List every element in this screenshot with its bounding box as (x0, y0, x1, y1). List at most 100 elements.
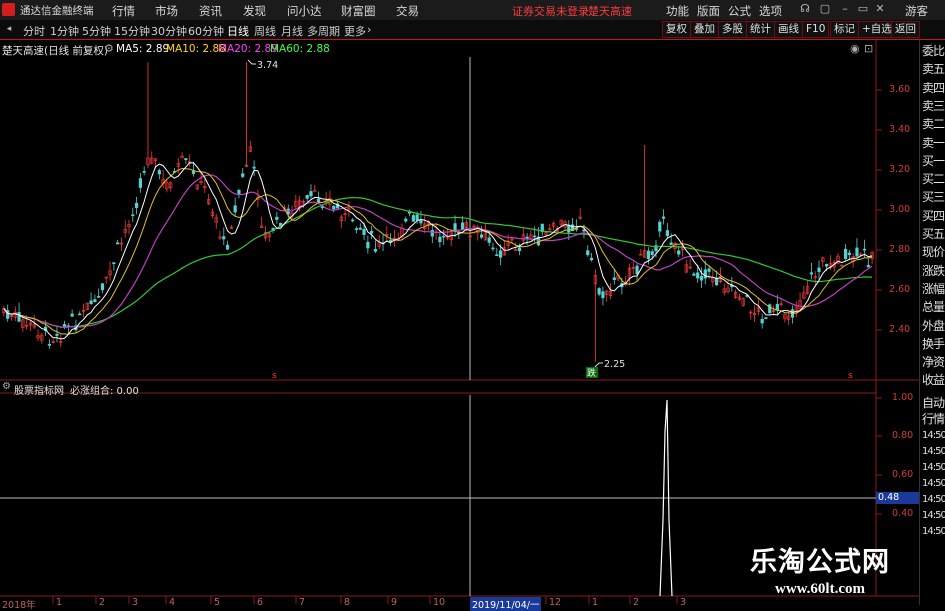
trade-time: 14:50 (922, 525, 945, 537)
quote-row-label: 涨幅 (922, 281, 945, 296)
candle-body (252, 166, 256, 169)
sub-y-tick-label: 0.60 (892, 469, 914, 480)
headset-icon[interactable]: ☊ (798, 2, 812, 16)
period-multi[interactable]: 多周期 (307, 23, 340, 39)
period-5min[interactable]: 5分钟 (82, 23, 111, 39)
expand-icon[interactable]: ⊡ (864, 42, 873, 55)
overlay-button[interactable]: 叠加 (690, 21, 719, 38)
candle-body (138, 178, 142, 188)
date-month-label: 6 (257, 597, 264, 608)
restore-icon[interactable]: ▭ (856, 2, 870, 16)
y-tick-label: 2.80 (889, 244, 911, 255)
back-button[interactable]: 返回 (891, 21, 920, 38)
y-tick-label: 3.60 (889, 84, 911, 95)
ma5-line (3, 162, 873, 340)
candle-body (650, 251, 654, 255)
menu-formula[interactable]: 公式 (728, 3, 751, 19)
menu-ask[interactable]: 问小达 (287, 3, 322, 19)
ma5-label: MA5: 2.89 (116, 43, 170, 55)
period-15min[interactable]: 15分钟 (114, 23, 150, 39)
candle-body (97, 296, 101, 298)
candle-body (525, 236, 529, 239)
menu-icon[interactable]: ▢ (818, 2, 832, 16)
broker-login-status[interactable]: 证券交易未登录 (512, 3, 589, 19)
quote-row-label: 委比 (922, 44, 945, 58)
candle-body (669, 242, 673, 245)
fall-marker-text: 跌 (587, 368, 596, 379)
period-30min[interactable]: 30分钟 (151, 23, 187, 39)
date-month-label: 12 (549, 597, 562, 608)
draw-line-button[interactable]: 画线 (774, 21, 803, 38)
event-marker-1: s (272, 371, 277, 381)
chevron-left-icon[interactable]: ◂ (2, 22, 16, 36)
candle-body (696, 272, 700, 279)
period-monthly[interactable]: 月线 (281, 23, 303, 39)
quote-row-label: 总量 (922, 300, 945, 315)
candle-body (487, 237, 491, 243)
candle-body (707, 268, 711, 272)
date-month-label: 3 (132, 597, 139, 608)
date-month-label: 9 (391, 597, 398, 608)
trade-time: 14:50 (922, 493, 945, 505)
menu-trade[interactable]: 交易 (396, 3, 419, 19)
candle-body (847, 252, 851, 255)
menu-options[interactable]: 选项 (759, 3, 782, 19)
chevron-right-icon[interactable]: › (367, 23, 371, 36)
menu-wealth[interactable]: 财富圈 (341, 3, 376, 19)
minimize-icon[interactable]: – (838, 2, 852, 16)
guest-label[interactable]: 游客 (905, 3, 928, 19)
date-month-label: 8 (344, 597, 351, 608)
high-price-label: 3.74 (257, 60, 278, 71)
menu-quotes[interactable]: 行情 (112, 3, 135, 19)
candle-body (89, 300, 93, 305)
sub-settings-icon[interactable]: ⚙ (2, 381, 11, 392)
period-60min[interactable]: 60分钟 (188, 23, 224, 39)
date-month-label: 1 (592, 597, 599, 608)
quote-row-label: 买二 (922, 172, 945, 187)
quote-row-label: 现价 (922, 245, 945, 260)
mark-button[interactable]: 标记 (830, 21, 859, 38)
candle-body (78, 313, 82, 316)
candle-body (233, 205, 237, 213)
menu-layout[interactable]: 版面 (697, 3, 720, 19)
period-1min[interactable]: 1分钟 (50, 23, 79, 39)
candle-body (419, 220, 423, 224)
pin-icon[interactable]: ◉ (850, 42, 860, 55)
close-icon[interactable]: ✕ (873, 2, 887, 16)
settings-gear-icon[interactable]: ⚙ (104, 42, 114, 55)
candle-body (411, 215, 415, 222)
candle-body (612, 277, 616, 281)
candle-body (809, 272, 814, 275)
menu-news[interactable]: 资讯 (199, 3, 222, 19)
period-more[interactable]: 更多 (344, 23, 366, 39)
watermark-url: www.60lt.com (775, 581, 865, 597)
candle-body (479, 234, 484, 238)
adjust-button[interactable]: 复权 (662, 21, 691, 38)
multi-stock-button[interactable]: 多股 (718, 21, 747, 38)
period-daily[interactable]: 日线 (227, 23, 249, 39)
date-month-label: 2 (99, 597, 106, 608)
menu-discover[interactable]: 发现 (243, 3, 266, 19)
statistics-button[interactable]: 统计 (746, 21, 775, 38)
kline-chart-area[interactable]: 3.74 2.25 跌 s s (0, 40, 919, 609)
crosshair-value-badge: 0.48 (876, 492, 920, 504)
menu-function[interactable]: 功能 (666, 3, 689, 19)
candle-body (658, 221, 662, 232)
menu-market[interactable]: 市场 (155, 3, 178, 19)
candle-body (354, 228, 359, 230)
period-timeshare[interactable]: 分时 (23, 23, 45, 39)
candle-body (453, 223, 457, 232)
candle-body (157, 170, 161, 175)
quote-tab[interactable]: 行情 (922, 410, 945, 427)
candle-body (491, 247, 495, 250)
app-logo-icon (2, 3, 15, 16)
f10-button[interactable]: F10 (802, 21, 830, 38)
quote-tab[interactable]: 自动 (922, 394, 945, 411)
period-weekly[interactable]: 周线 (254, 23, 276, 39)
candle-body (373, 249, 378, 252)
candle-body (184, 158, 188, 160)
candle-body (862, 248, 867, 251)
candle-body (370, 230, 374, 234)
candle-body (389, 239, 393, 242)
candle-body (100, 283, 105, 291)
